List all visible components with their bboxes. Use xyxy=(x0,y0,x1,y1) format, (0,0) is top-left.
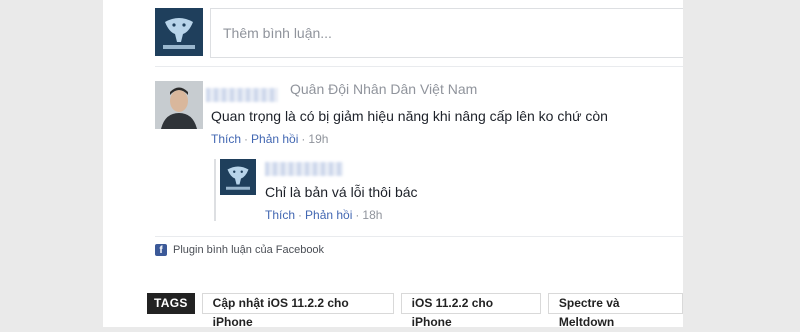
facebook-icon: f xyxy=(155,244,167,256)
separator-dot: · xyxy=(355,208,360,222)
reply-text: Chỉ là bản vá lỗi thôi bác xyxy=(265,184,418,200)
facebook-plugin-link[interactable]: f Plugin bình luận của Facebook xyxy=(155,244,324,256)
divider xyxy=(155,236,683,237)
reply-actions: Thích · Phản hồi · 18h xyxy=(265,208,382,222)
like-link[interactable]: Thích xyxy=(211,132,241,146)
comments-panel: Quân Đội Nhân Dân Việt Nam Quan trọng là… xyxy=(103,0,684,329)
commenter-avatar[interactable] xyxy=(155,81,203,129)
comment-actions: Thích · Phản hồi · 19h xyxy=(211,132,328,146)
commenter-affiliation[interactable]: Quân Đội Nhân Dân Việt Nam xyxy=(290,81,477,97)
tag-link[interactable]: iOS 11.2.2 cho iPhone xyxy=(400,293,541,329)
divider xyxy=(155,66,683,67)
tag-link[interactable]: Cập nhật iOS 11.2.2 cho iPhone xyxy=(201,293,394,329)
reply-thread-line xyxy=(214,159,216,221)
commenter-name-redacted[interactable] xyxy=(206,88,278,102)
plugin-label[interactable]: Plugin bình luận của Facebook xyxy=(173,244,324,256)
timestamp[interactable]: 19h xyxy=(308,132,328,146)
reply-avatar[interactable] xyxy=(220,159,256,195)
tags-label: TAGS xyxy=(147,293,195,314)
comment-input[interactable] xyxy=(211,9,683,57)
comment-text: Quan trọng là có bị giảm hiệu năng khi n… xyxy=(211,108,608,124)
current-user-avatar xyxy=(155,8,203,56)
reply-author-name-redacted[interactable] xyxy=(265,162,343,176)
comment-composer[interactable] xyxy=(210,8,683,58)
tag-link[interactable]: Spectre và Meltdown xyxy=(547,293,684,329)
tags-row: TAGS Cập nhật iOS 11.2.2 cho iPhone iOS … xyxy=(147,293,684,329)
reply-reply-link[interactable]: Phản hồi xyxy=(305,208,352,222)
separator-dot: · xyxy=(298,208,303,222)
separator-dot: · xyxy=(244,132,249,146)
reply-link[interactable]: Phản hồi xyxy=(251,132,298,146)
separator-dot: · xyxy=(301,132,306,146)
reply-like-link[interactable]: Thích xyxy=(265,208,295,222)
reply-timestamp[interactable]: 18h xyxy=(362,208,382,222)
